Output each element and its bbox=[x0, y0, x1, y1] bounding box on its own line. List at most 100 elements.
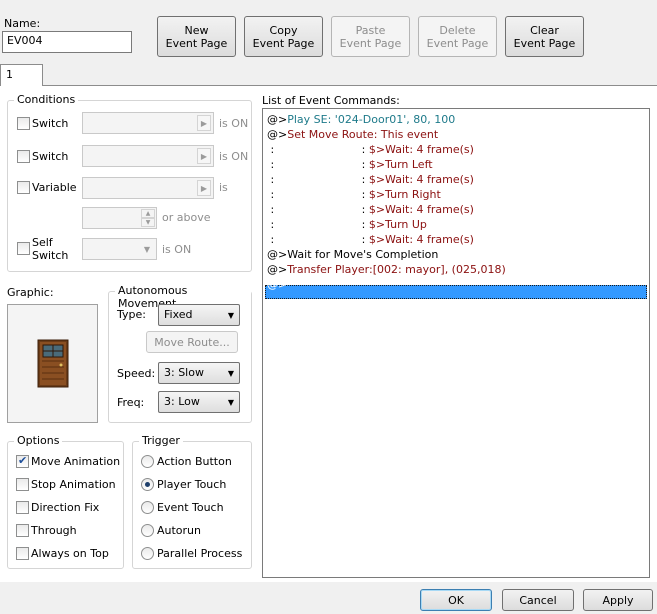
variable-checkbox[interactable] bbox=[17, 181, 30, 194]
button-label: Event Page bbox=[252, 36, 315, 50]
switch1-label: Switch bbox=[32, 117, 69, 130]
command-text: $>Turn Left bbox=[368, 158, 433, 171]
move-route-button[interactable]: Move Route... bbox=[146, 331, 238, 353]
conditions-title: Conditions bbox=[14, 93, 79, 106]
clear-event-page-button[interactable]: Clear Event Page bbox=[505, 16, 584, 57]
trigger-label: Parallel Process bbox=[157, 547, 243, 560]
button-label: Clear bbox=[530, 23, 559, 37]
command-row[interactable]: : : $>Turn Left bbox=[267, 157, 433, 172]
freq-dropdown[interactable]: 3: Low ▼ bbox=[158, 391, 240, 413]
switch1-selector[interactable]: ▶ bbox=[82, 112, 214, 134]
paste-event-page-button[interactable]: Paste Event Page bbox=[331, 16, 410, 57]
command-row[interactable]: @>Play SE: '024-Door01', 80, 100 bbox=[267, 112, 455, 127]
option-checkbox[interactable] bbox=[16, 501, 29, 514]
command-text: $>Wait: 4 frame(s) bbox=[368, 203, 474, 216]
command-prefix: @> bbox=[267, 128, 288, 141]
option-label: Always on Top bbox=[31, 547, 109, 560]
graphic-preview[interactable] bbox=[7, 304, 98, 423]
event-commands-list[interactable]: @>Play SE: '024-Door01', 80, 100 @>Set Mo… bbox=[262, 108, 650, 578]
freq-value: 3: Low bbox=[164, 395, 200, 408]
tab-label: 1 bbox=[6, 68, 13, 81]
command-prefix: : : bbox=[267, 203, 369, 216]
trigger-radio[interactable] bbox=[141, 501, 154, 514]
freq-label: Freq: bbox=[117, 396, 145, 409]
button-label: Delete bbox=[439, 23, 476, 37]
chevron-right-icon: ▶ bbox=[197, 180, 211, 196]
apply-button[interactable]: Apply bbox=[583, 589, 653, 611]
variable-label: Variable bbox=[32, 181, 77, 194]
button-label: Copy bbox=[269, 23, 298, 37]
self-switch-checkbox[interactable] bbox=[17, 242, 30, 255]
command-row[interactable]: : : $>Wait: 4 frame(s) bbox=[267, 202, 474, 217]
tab-page-1[interactable]: 1 bbox=[0, 64, 43, 86]
chevron-down-icon: ▼ bbox=[227, 369, 234, 378]
button-label: Event Page bbox=[165, 36, 228, 50]
command-prefix: @> bbox=[267, 248, 288, 261]
trigger-label: Autorun bbox=[157, 524, 202, 537]
command-row[interactable]: : : $>Wait: 4 frame(s) bbox=[267, 142, 474, 157]
trigger-label: Action Button bbox=[157, 455, 232, 468]
speed-dropdown[interactable]: 3: Slow ▼ bbox=[158, 362, 240, 384]
command-row[interactable]: : : $>Turn Right bbox=[267, 187, 441, 202]
trigger-radio[interactable] bbox=[141, 524, 154, 537]
option-checkbox[interactable] bbox=[16, 524, 29, 537]
button-label: Paste bbox=[355, 23, 386, 37]
chevron-down-icon[interactable]: ▼ bbox=[141, 218, 155, 227]
command-text: Play SE: '024-Door01', 80, 100 bbox=[287, 113, 456, 126]
command-text: Set Move Route: This event bbox=[287, 128, 439, 141]
type-dropdown[interactable]: Fixed ▼ bbox=[158, 304, 240, 326]
command-text: Wait for Move's Completion bbox=[287, 248, 439, 261]
speed-label: Speed: bbox=[117, 367, 156, 380]
self-switch-selector[interactable]: ▼ bbox=[82, 238, 157, 260]
trigger-radio[interactable] bbox=[141, 478, 154, 491]
command-row[interactable]: @> bbox=[267, 277, 287, 292]
copy-event-page-button[interactable]: Copy Event Page bbox=[244, 16, 323, 57]
command-prefix: : : bbox=[267, 188, 369, 201]
switch1-checkbox[interactable] bbox=[17, 117, 30, 130]
command-prefix: @> bbox=[267, 263, 288, 276]
speed-value: 3: Slow bbox=[164, 366, 204, 379]
type-value: Fixed bbox=[164, 308, 193, 321]
new-event-page-button[interactable]: New Event Page bbox=[157, 16, 236, 57]
trigger-radio[interactable] bbox=[141, 547, 154, 560]
cancel-button[interactable]: Cancel bbox=[502, 589, 574, 611]
door-sprite bbox=[37, 339, 69, 388]
self-switch-label: Self Switch bbox=[32, 236, 68, 262]
chevron-down-icon: ▼ bbox=[143, 244, 151, 254]
command-row[interactable]: : : $>Turn Up bbox=[267, 217, 426, 232]
command-prefix: : : bbox=[267, 233, 369, 246]
option-label: Move Animation bbox=[31, 455, 121, 468]
variable-suffix: is bbox=[219, 181, 228, 194]
chevron-up-icon[interactable]: ▲ bbox=[141, 209, 155, 218]
type-label: Type: bbox=[117, 308, 146, 321]
command-prefix: @> bbox=[267, 278, 288, 291]
switch2-selector[interactable]: ▶ bbox=[82, 145, 214, 167]
command-row[interactable]: : : $>Wait: 4 frame(s) bbox=[267, 172, 473, 187]
switch1-suffix: is ON bbox=[219, 117, 249, 130]
graphic-label: Graphic: bbox=[7, 286, 54, 299]
command-row[interactable]: @>Wait for Move's Completion bbox=[267, 247, 438, 262]
option-checkbox[interactable] bbox=[16, 478, 29, 491]
option-checkbox[interactable] bbox=[16, 454, 29, 468]
trigger-label: Player Touch bbox=[157, 478, 227, 491]
name-input[interactable]: EV004 bbox=[2, 31, 132, 53]
switch2-checkbox[interactable] bbox=[17, 150, 30, 163]
command-text: $>Turn Right bbox=[368, 188, 441, 201]
variable-value-stepper[interactable]: ▲ ▼ bbox=[82, 207, 157, 229]
command-text: $>Wait: 4 frame(s) bbox=[368, 233, 474, 246]
selected-command-row[interactable] bbox=[265, 285, 647, 299]
self-switch-label-line: Self bbox=[32, 236, 53, 249]
button-label: New bbox=[184, 23, 209, 37]
options-title: Options bbox=[14, 434, 63, 447]
chevron-right-icon: ▶ bbox=[197, 115, 211, 131]
command-prefix: : : bbox=[267, 143, 369, 156]
variable-selector[interactable]: ▶ bbox=[82, 177, 214, 199]
command-row[interactable]: @>Transfer Player:[002: mayor], (025,018… bbox=[267, 262, 506, 277]
delete-event-page-button[interactable]: Delete Event Page bbox=[418, 16, 497, 57]
command-row[interactable]: : : $>Wait: 4 frame(s) bbox=[267, 232, 474, 247]
trigger-radio[interactable] bbox=[141, 455, 154, 468]
option-checkbox[interactable] bbox=[16, 547, 29, 560]
command-text: $>Wait: 4 frame(s) bbox=[368, 143, 474, 156]
ok-button[interactable]: OK bbox=[420, 589, 492, 611]
command-row[interactable]: @>Set Move Route: This event bbox=[267, 127, 438, 142]
